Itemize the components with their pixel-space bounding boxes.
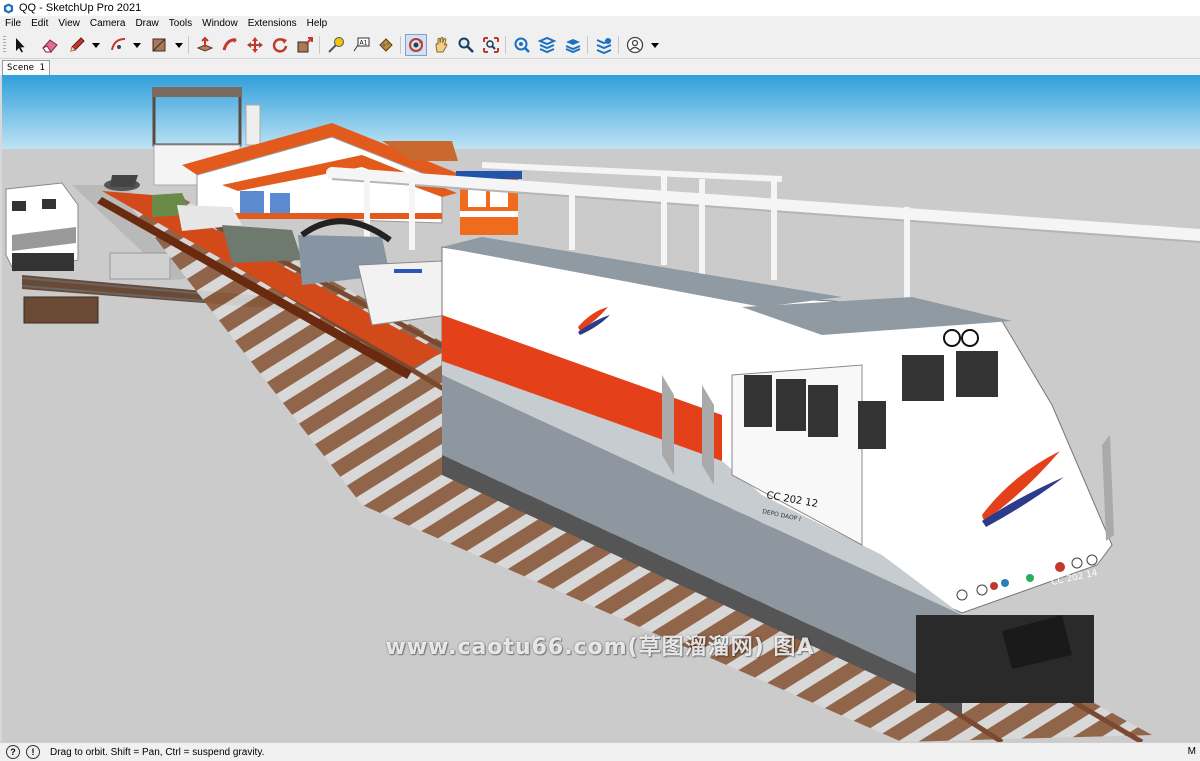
extension-warehouse-icon [538, 36, 556, 54]
station-window [240, 191, 264, 213]
toolbar-separator [188, 36, 189, 54]
arc-dropdown-chevron-icon[interactable] [133, 43, 141, 48]
move-tool-button[interactable] [244, 34, 266, 56]
layout-button[interactable] [562, 34, 584, 56]
orbit-icon [409, 38, 423, 52]
booth-door-stripe [460, 211, 518, 217]
tape-measure-icon [328, 37, 344, 53]
toolbar: A1 [0, 31, 1200, 59]
zoom-extents-icon [483, 37, 499, 53]
measurements-label: M [1187, 746, 1196, 757]
eraser-tool-button[interactable] [39, 34, 61, 56]
scale-icon [297, 37, 313, 53]
menu-window[interactable]: Window [197, 16, 243, 31]
menu-help[interactable]: Help [302, 16, 333, 31]
geolocation-icon[interactable]: ? [6, 745, 20, 759]
extension-manager-icon [596, 38, 612, 54]
account-button[interactable] [624, 34, 646, 56]
sketchup-logo-icon [3, 2, 14, 14]
menu-file[interactable]: File [0, 16, 26, 31]
watermark-text: www.caotu66.com(草图溜溜网) 图A [385, 635, 815, 660]
scale-tool-button[interactable] [294, 34, 316, 56]
status-text: Drag to orbit. Shift = Pan, Ctrl = suspe… [50, 746, 265, 758]
pan-tool-button[interactable] [430, 34, 452, 56]
user-account-icon [626, 36, 644, 54]
extension-manager-button[interactable] [593, 34, 615, 56]
3d-warehouse-button[interactable] [511, 34, 533, 56]
toolbar-separator [618, 36, 619, 54]
menu-bar: File Edit View Camera Draw Tools Window … [0, 16, 1200, 31]
info-icon[interactable]: ! [26, 745, 40, 759]
tower-roof [152, 87, 242, 97]
paint-bucket-tool-button[interactable] [375, 34, 397, 56]
push-pull-tool-button[interactable] [194, 34, 216, 56]
text-tool-button[interactable]: A1 [350, 34, 372, 56]
extension-warehouse-button[interactable] [536, 34, 558, 56]
window-title: QQ - SketchUp Pro 2021 [19, 2, 142, 14]
sky [2, 75, 1200, 149]
rectangle-icon [152, 38, 166, 52]
bench [109, 252, 171, 280]
follow-me-icon [222, 38, 237, 51]
menu-draw[interactable]: Draw [130, 16, 163, 31]
silo [245, 104, 261, 146]
pencil-icon [70, 37, 85, 52]
select-tool-button[interactable] [9, 34, 31, 56]
rectangle-tool-button[interactable] [148, 34, 170, 56]
zoom-extents-tool-button[interactable] [480, 34, 502, 56]
arrow-cursor-icon [16, 38, 25, 53]
account-dropdown-chevron-icon[interactable] [651, 43, 659, 48]
toolbar-separator [319, 36, 320, 54]
rotate-icon [272, 38, 288, 53]
text-label-icon: A1 [353, 37, 370, 52]
push-pull-icon [196, 36, 214, 52]
warehouse-icon [514, 37, 530, 53]
pencil-dropdown-chevron-icon[interactable] [92, 43, 100, 48]
svg-text:A1: A1 [360, 40, 368, 47]
toolbar-separator [400, 36, 401, 54]
toolbar-grip[interactable] [3, 36, 6, 54]
tab-scene-1[interactable]: Scene 1 [2, 60, 50, 75]
buffer-stop [23, 296, 99, 324]
rectangle-dropdown-chevron-icon[interactable] [175, 43, 183, 48]
menu-extensions[interactable]: Extensions [243, 16, 302, 31]
arc-icon [111, 38, 126, 51]
magnifier-icon [458, 37, 474, 53]
status-bar: ? ! Drag to orbit. Shift = Pan, Ctrl = s… [0, 742, 1200, 761]
menu-view[interactable]: View [53, 16, 85, 31]
title-bar: QQ - SketchUp Pro 2021 [0, 0, 1200, 16]
menu-camera[interactable]: Camera [85, 16, 131, 31]
follow-me-tool-button[interactable] [219, 34, 241, 56]
rotate-tool-button[interactable] [269, 34, 291, 56]
arc-tool-button[interactable] [108, 34, 130, 56]
menu-edit[interactable]: Edit [26, 16, 53, 31]
menu-tools[interactable]: Tools [164, 16, 197, 31]
orbit-tool-button[interactable] [405, 34, 427, 56]
zoom-tool-button[interactable] [455, 34, 477, 56]
rear-locomotive [5, 182, 79, 272]
paint-bucket-icon [379, 38, 393, 52]
move-arrows-icon [247, 37, 263, 53]
tape-measure-tool-button[interactable] [325, 34, 347, 56]
eraser-icon [42, 39, 58, 53]
hand-pan-icon [435, 37, 448, 53]
toolbar-separator [505, 36, 506, 54]
layers-stack-icon [565, 39, 581, 54]
toolbar-separator [587, 36, 588, 54]
scene-tabs-bar: Scene 1 [0, 59, 1200, 75]
pencil-tool-button[interactable] [66, 34, 88, 56]
